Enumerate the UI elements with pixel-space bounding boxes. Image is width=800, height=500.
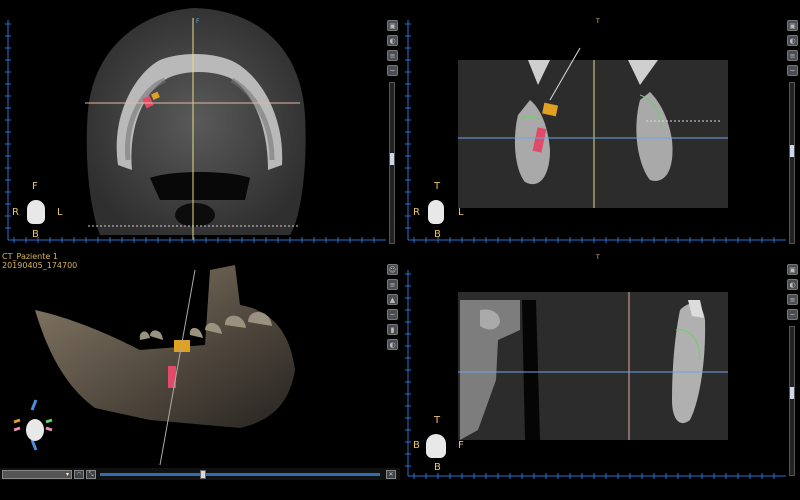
layers-icon[interactable]: ≡ (787, 294, 798, 305)
head-orientation-icon (426, 434, 446, 458)
axial-scroll-thumb[interactable] (390, 153, 394, 165)
axial-orient-left: R (12, 207, 19, 218)
layers-icon[interactable]: ≡ (387, 50, 398, 61)
three-d-view[interactable]: CT_Paziente 1 20190405_174700 (0, 250, 386, 468)
head-orientation-icon (27, 200, 45, 224)
grayscale-icon[interactable]: ◐ (387, 339, 398, 350)
nerve-icon[interactable]: ~ (387, 65, 398, 76)
sagittal-scroll-thumb[interactable] (790, 387, 794, 399)
teeth-icon[interactable]: ▲ (387, 294, 398, 305)
sagittal-slice-scrollbar[interactable] (789, 326, 795, 476)
head-orientation-icon (428, 200, 444, 224)
axial-top-marker: F (196, 18, 200, 25)
three-d-render (13, 265, 295, 466)
cross-orient-bottom: B (434, 229, 441, 240)
cross-scroll-thumb[interactable] (790, 145, 794, 157)
close-icon[interactable]: ✕ (386, 470, 396, 479)
nerve-icon[interactable]: ~ (787, 309, 798, 320)
axial-toolbar: ▣ ◐ ≡ ~ (387, 20, 399, 76)
opacity-slider-knob[interactable] (200, 470, 206, 479)
preset-dropdown[interactable]: ▾ (2, 470, 72, 479)
axial-view[interactable]: F R L B F (0, 0, 386, 248)
cross-orient-top: T (434, 181, 441, 192)
axial-slice-scrollbar[interactable] (389, 82, 395, 244)
sagittal-view[interactable]: T B F B T (400, 250, 786, 480)
grayscale-icon[interactable]: ◐ (787, 279, 798, 290)
grayscale-icon[interactable]: ◐ (787, 35, 798, 46)
sagittal-orient-top: T (434, 415, 441, 426)
implant-icon[interactable]: ▮ (387, 324, 398, 335)
sagittal-orient-bottom: B (434, 462, 441, 473)
cross-orient-left: R (413, 207, 420, 218)
axial-orient-right: L (57, 207, 63, 218)
sagittal-toolbar: ▣ ◐ ≡ ~ (787, 264, 799, 320)
sagittal-orient-left: B (413, 440, 420, 451)
cross-slice-scrollbar[interactable] (789, 82, 795, 244)
view-3d-icon[interactable]: ▣ (387, 20, 398, 31)
axial-orient-top: F (32, 181, 38, 192)
layers-icon[interactable]: ≡ (387, 279, 398, 290)
sagittal-top-marker: T (596, 254, 600, 261)
cross-section-view[interactable]: T R L B T (400, 0, 786, 248)
nerve-icon[interactable]: ~ (787, 65, 798, 76)
axial-orient-bottom: B (32, 229, 39, 240)
case-name: CT_Paziente 1 (2, 252, 58, 261)
three-d-toolbar: ☺ ≡ ▲ ~ ▮ ◐ (387, 264, 399, 350)
cross-orient-right: L (458, 207, 464, 218)
rotate-icon[interactable]: ◠ (74, 470, 84, 479)
opacity-slider-track[interactable] (100, 473, 380, 476)
grayscale-icon[interactable]: ◐ (387, 35, 398, 46)
view-3d-icon[interactable]: ▣ (787, 264, 798, 275)
cross-toolbar: ▣ ◐ ≡ ~ (787, 20, 799, 76)
case-id: 20190405_174700 (2, 261, 78, 270)
rotation-gizmo (13, 399, 53, 451)
view-3d-icon[interactable]: ▣ (787, 20, 798, 31)
head-view-icon[interactable]: ☺ (387, 264, 398, 275)
zoom-icon[interactable]: ⤡ (86, 470, 96, 479)
cross-top-marker: T (596, 18, 600, 25)
sagittal-orient-right: F (458, 440, 464, 451)
nerve-icon[interactable]: ~ (387, 309, 398, 320)
layers-icon[interactable]: ≡ (787, 50, 798, 61)
